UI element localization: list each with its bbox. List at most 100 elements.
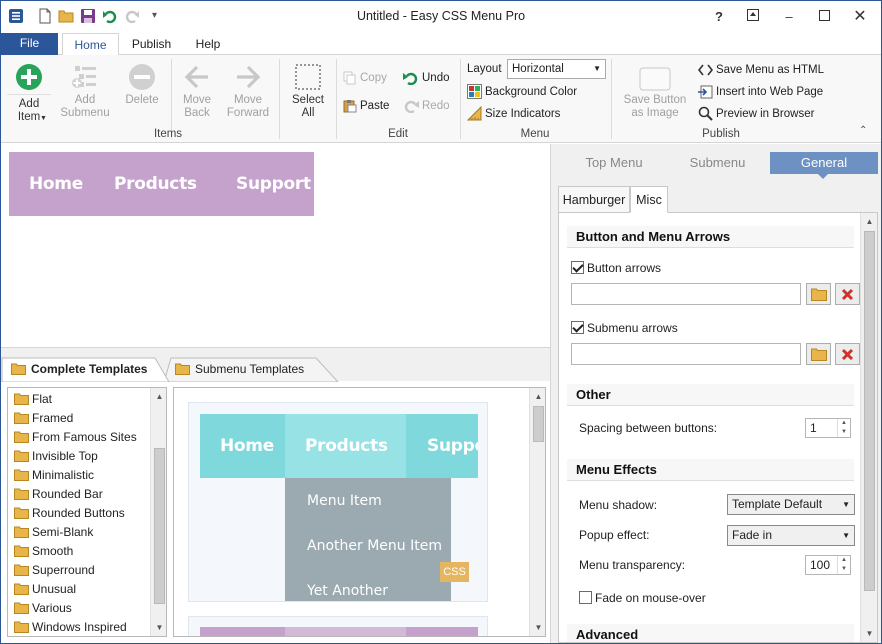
add-item-button[interactable]: Add Item ▼: [7, 63, 51, 124]
save-button-as-image-label: Save Button as Image: [623, 94, 687, 119]
spin-down-icon[interactable]: ▼: [837, 565, 850, 574]
scroll-up-icon[interactable]: ▲: [152, 389, 166, 404]
tab-publish[interactable]: Publish: [123, 33, 180, 56]
redo-button[interactable]: Redo: [403, 97, 450, 115]
tab-hamburger[interactable]: Hamburger: [558, 186, 630, 212]
edit-group-label: Edit: [388, 128, 408, 140]
button-arrows-checkbox[interactable]: [571, 261, 584, 274]
folder-icon: [14, 488, 29, 500]
copy-button[interactable]: Copy: [343, 69, 387, 87]
save-menu-as-html-button[interactable]: Save Menu as HTML: [698, 61, 824, 79]
section-other: Other: [567, 384, 854, 406]
browse-button[interactable]: [806, 343, 831, 365]
template-folder-item[interactable]: Superround: [14, 561, 95, 580]
template-folder-item[interactable]: Flat: [14, 390, 52, 409]
tab-submenu-templates[interactable]: Submenu Templates: [167, 356, 304, 382]
folder-icon: [14, 526, 29, 538]
template-card[interactable]: [188, 616, 488, 636]
maximize-icon[interactable]: [814, 7, 834, 27]
add-submenu-button[interactable]: Add Submenu: [57, 63, 113, 120]
spin-up-icon[interactable]: ▲: [837, 556, 850, 565]
template-folder-item[interactable]: Unusual: [14, 580, 76, 599]
template-card[interactable]: Home Products ▼ Suppor Menu Item Another…: [188, 402, 488, 602]
folder-list-scrollbar[interactable]: ▲ ▼: [150, 388, 166, 636]
template-folder-item[interactable]: Invisible Top: [14, 447, 98, 466]
template-folder-item[interactable]: Various: [14, 599, 72, 618]
ribbon-separator: [460, 59, 461, 139]
template-folder-item[interactable]: Windows Inspired: [14, 618, 127, 636]
tab-top-menu[interactable]: Top Menu: [559, 152, 669, 174]
browse-button[interactable]: [806, 283, 831, 305]
template-gallery: Home Products ▼ Suppor Menu Item Another…: [173, 387, 546, 637]
preview-in-browser-button[interactable]: Preview in Browser: [698, 105, 814, 123]
tab-misc[interactable]: Misc: [630, 186, 668, 213]
scroll-down-icon[interactable]: ▼: [152, 620, 166, 635]
scroll-up-icon[interactable]: ▲: [531, 389, 545, 404]
close-icon[interactable]: ✕: [850, 7, 870, 27]
tab-file[interactable]: File: [1, 33, 58, 55]
folder-icon: [14, 412, 29, 424]
submenu-arrows-checkbox[interactable]: [571, 321, 584, 334]
move-back-label: Move Back: [182, 94, 212, 119]
tab-help[interactable]: Help: [184, 33, 232, 56]
move-forward-button[interactable]: Move Forward: [225, 63, 271, 120]
tab-submenu[interactable]: Submenu: [664, 152, 771, 174]
submenu-arrows-path-input[interactable]: [571, 343, 801, 365]
clear-button[interactable]: [835, 283, 860, 305]
delete-button[interactable]: Delete: [119, 63, 165, 107]
collapse-ribbon-icon[interactable]: ⌃: [859, 125, 867, 136]
preview-menu-item[interactable]: Products: [114, 152, 197, 216]
template-folder-item[interactable]: Semi-Blank: [14, 523, 93, 542]
minimize-icon[interactable]: –: [779, 7, 799, 27]
folder-icon: [14, 564, 29, 576]
template-folder-item[interactable]: Minimalistic: [14, 466, 94, 485]
add-icon: [16, 64, 42, 90]
scroll-up-icon[interactable]: ▲: [862, 214, 877, 229]
tab-complete-templates[interactable]: Complete Templates: [3, 356, 147, 382]
chevron-down-icon: ▼: [842, 531, 850, 540]
template-folder-item[interactable]: Smooth: [14, 542, 73, 561]
template-folder-item[interactable]: Rounded Bar: [14, 485, 103, 504]
folder-icon: [14, 507, 29, 519]
layout-label: Layout: [467, 63, 502, 75]
options-scroll-thumb[interactable]: [864, 231, 875, 591]
active-tab-pointer: [817, 173, 829, 179]
scroll-down-icon[interactable]: ▼: [531, 620, 545, 635]
template-folder-label: Windows Inspired: [32, 620, 127, 634]
move-back-button[interactable]: Move Back: [175, 63, 219, 120]
spin-up-icon[interactable]: ▲: [837, 419, 850, 428]
template-folder-item[interactable]: From Famous Sites: [14, 428, 137, 447]
gallery-scroll-thumb[interactable]: [533, 406, 544, 442]
scroll-down-icon[interactable]: ▼: [862, 626, 877, 641]
menu-shadow-select[interactable]: Template Default ▼: [727, 494, 855, 515]
options-scrollbar[interactable]: ▲ ▼: [860, 213, 877, 642]
preview-menu-item[interactable]: Support: [236, 152, 311, 216]
folder-icon: [14, 450, 29, 462]
gallery-scrollbar[interactable]: ▲ ▼: [529, 388, 545, 636]
spin-down-icon[interactable]: ▼: [837, 428, 850, 437]
transparency-stepper[interactable]: 100 ▲ ▼: [805, 555, 851, 575]
folder-scroll-thumb[interactable]: [154, 448, 165, 604]
save-button-as-image-button[interactable]: Save Button as Image: [618, 67, 692, 120]
preview-menu-item[interactable]: Home: [29, 152, 83, 216]
template-folder-item[interactable]: Rounded Buttons: [14, 504, 125, 523]
add-submenu-label: Add Submenu: [60, 94, 110, 119]
layout-select[interactable]: Horizontal ▼: [507, 59, 606, 79]
clear-button[interactable]: [835, 343, 860, 365]
tab-general[interactable]: General: [770, 152, 878, 174]
spacing-stepper[interactable]: 1 ▲ ▼: [805, 418, 851, 438]
misc-options-panel: Button and Menu Arrows Button arrows Sub…: [558, 212, 878, 643]
undo-button[interactable]: Undo: [403, 69, 450, 87]
template-folder-item[interactable]: Framed: [14, 409, 73, 428]
insert-into-web-page-button[interactable]: Insert into Web Page: [698, 83, 823, 101]
size-indicators-button[interactable]: Size Indicators: [467, 105, 560, 123]
restore-ribbon-icon[interactable]: [743, 7, 763, 27]
paste-button[interactable]: Paste: [343, 97, 389, 115]
button-arrows-path-input[interactable]: [571, 283, 801, 305]
tab-home[interactable]: Home: [62, 33, 119, 56]
fade-mouse-over-checkbox[interactable]: [579, 591, 592, 604]
help-icon[interactable]: ?: [709, 7, 729, 27]
select-all-button[interactable]: Select All: [285, 63, 331, 120]
popup-effect-select[interactable]: Fade in ▼: [727, 525, 855, 546]
background-color-button[interactable]: Background Color: [467, 83, 577, 101]
